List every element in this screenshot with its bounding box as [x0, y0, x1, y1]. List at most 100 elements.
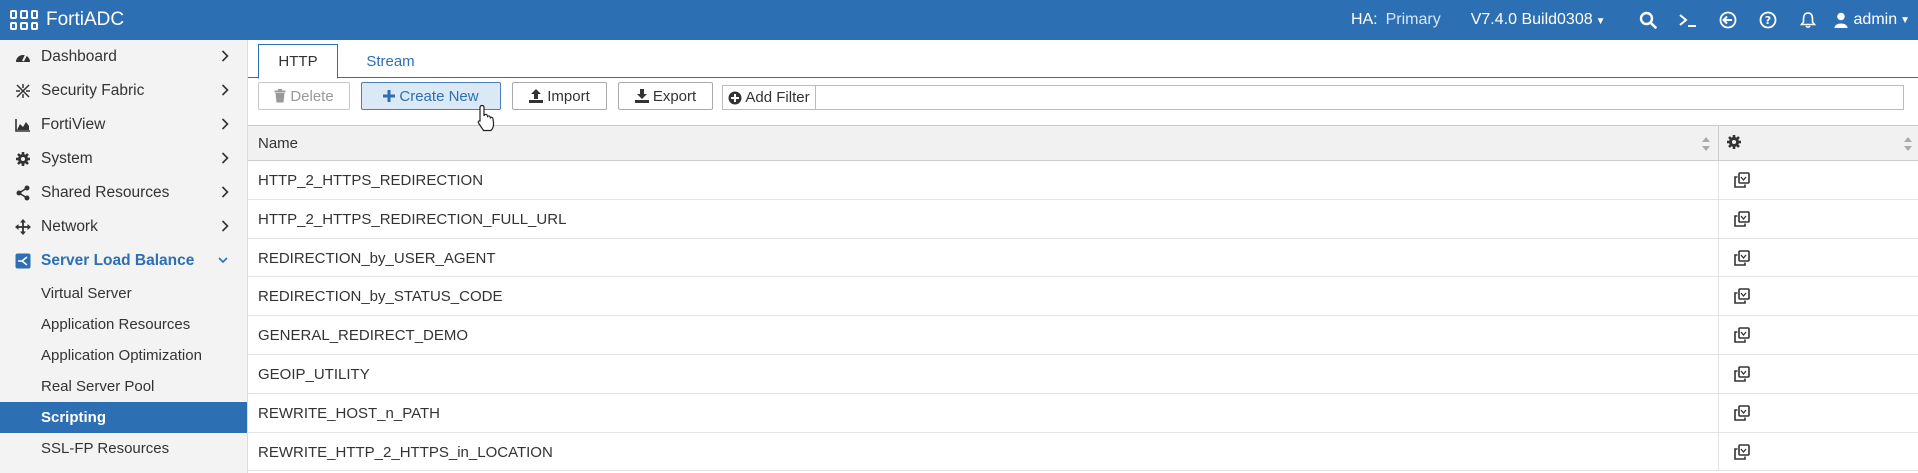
column-divider: [1718, 316, 1719, 354]
clone-icon[interactable]: [1734, 210, 1750, 227]
filter-bar[interactable]: Add Filter: [722, 85, 1904, 110]
sidebar-item-fortiview[interactable]: FortiView: [0, 108, 247, 142]
tab-stream[interactable]: Stream: [338, 44, 443, 79]
tab-label: Stream: [366, 53, 415, 70]
import-button[interactable]: Import: [512, 82, 607, 110]
table-row[interactable]: REDIRECTION_by_USER_AGENT: [248, 238, 1918, 278]
script-name[interactable]: REWRITE_HOST_n_PATH: [258, 405, 440, 422]
plus-icon: [383, 90, 396, 102]
sidebar-subitem-real-server-pool[interactable]: Real Server Pool: [0, 371, 247, 402]
chevron-right-icon: [221, 118, 229, 130]
caret-down-icon: ▼: [1595, 16, 1606, 27]
tab-http[interactable]: HTTP: [258, 44, 338, 79]
clone-icon[interactable]: [1734, 172, 1750, 188]
area-chart-icon: [14, 116, 32, 134]
ha-status: Primary: [1385, 11, 1441, 28]
sidebar-item-system[interactable]: System: [0, 142, 247, 176]
security-fabric-icon: [14, 82, 32, 100]
column-divider: [1718, 432, 1719, 471]
sidebar-item-shared-resources[interactable]: Shared Resources: [0, 176, 247, 210]
clone-icon[interactable]: [1734, 443, 1750, 460]
column-divider: [1718, 393, 1719, 432]
script-name[interactable]: REDIRECTION_by_USER_AGENT: [258, 250, 496, 267]
table-row[interactable]: HTTP_2_HTTPS_REDIRECTION_FULL_URL: [248, 199, 1918, 239]
sidebar-subitem-ssl-fp-resources[interactable]: SSL-FP Resources: [0, 433, 247, 464]
main-content: HTTP Stream Delete Create New Import Exp…: [248, 40, 1918, 473]
help-icon[interactable]: ?: [1748, 11, 1788, 29]
clone-icon[interactable]: [1734, 249, 1750, 266]
chevron-right-icon: [221, 186, 229, 198]
column-divider: [1718, 126, 1719, 160]
clone-icon[interactable]: [1734, 288, 1750, 305]
sidebar: Dashboard Security Fabric FortiView Syst…: [0, 40, 248, 473]
sort-icon[interactable]: [1904, 136, 1912, 152]
gear-icon[interactable]: [1726, 134, 1742, 150]
sidebar-item-network[interactable]: Network: [0, 210, 247, 244]
table-row[interactable]: REDIRECTION_by_STATUS_CODE: [248, 277, 1918, 317]
sidebar-subitem-label: Application Resources: [41, 316, 191, 333]
user-icon: [1834, 12, 1848, 28]
script-name[interactable]: GEOIP_UTILITY: [258, 366, 370, 383]
app-logo[interactable]: FortiADC: [0, 9, 124, 31]
sidebar-subitem-application-resources[interactable]: Application Resources: [0, 309, 247, 340]
script-name[interactable]: REWRITE_HTTP_2_HTTPS_in_LOCATION: [258, 444, 553, 461]
chevron-down-icon: [218, 257, 228, 264]
upload-icon: [529, 89, 544, 103]
app-name: FortiADC: [46, 9, 125, 30]
delete-button[interactable]: Delete: [258, 82, 350, 110]
table-row[interactable]: REWRITE_HTTP_2_HTTPS_in_LOCATION: [248, 432, 1918, 472]
sidebar-subitem-virtual-server[interactable]: Virtual Server: [0, 278, 247, 309]
sidebar-item-label: Server Load Balance: [41, 252, 195, 269]
script-name[interactable]: HTTP_2_HTTPS_REDIRECTION_FULL_URL: [258, 211, 566, 228]
sidebar-subitem-label: Application Optimization: [41, 347, 202, 364]
sidebar-subitem-application-optimization[interactable]: Application Optimization: [0, 340, 247, 371]
chevron-right-icon: [221, 220, 229, 232]
add-filter-label: Add Filter: [745, 89, 810, 106]
table-row[interactable]: HTTP_2_HTTPS_REDIRECTION: [248, 161, 1918, 200]
sidebar-item-server-load-balance[interactable]: Server Load Balance: [0, 244, 247, 278]
column-divider: [1718, 161, 1719, 199]
search-icon[interactable]: [1628, 11, 1668, 29]
sidebar-subitem-scripting[interactable]: Scripting: [0, 402, 247, 433]
script-name[interactable]: REDIRECTION_by_STATUS_CODE: [258, 288, 503, 305]
apps-grid-icon: [10, 10, 38, 30]
table-row[interactable]: REWRITE_HOST_n_PATH: [248, 393, 1918, 433]
column-divider: [1718, 277, 1719, 316]
table-row[interactable]: GEOIP_UTILITY: [248, 354, 1918, 394]
chevron-right-icon: [221, 50, 229, 62]
sidebar-item-dashboard[interactable]: Dashboard: [0, 40, 247, 74]
clone-icon[interactable]: [1734, 404, 1750, 421]
clone-icon[interactable]: [1734, 327, 1750, 343]
trash-icon: [274, 89, 286, 103]
sidebar-subitem-label: Virtual Server: [41, 285, 132, 302]
clone-icon[interactable]: [1734, 366, 1750, 382]
delete-label: Delete: [290, 87, 334, 105]
sidebar-item-security-fabric[interactable]: Security Fabric: [0, 74, 247, 108]
sidebar-item-label: System: [41, 150, 93, 167]
sidebar-subitem-label: Real Server Pool: [41, 378, 155, 395]
column-header-name[interactable]: Name: [258, 135, 298, 152]
export-button[interactable]: Export: [618, 82, 713, 110]
cli-console-icon[interactable]: [1668, 11, 1708, 29]
gear-icon: [14, 150, 32, 168]
create-new-label: Create New: [399, 87, 479, 105]
column-divider: [1718, 354, 1719, 393]
table-row[interactable]: GENERAL_REDIRECT_DEMO: [248, 316, 1918, 355]
chevron-right-icon: [221, 84, 229, 96]
sidebar-item-label: Dashboard: [41, 48, 117, 65]
sidebar-item-label: Security Fabric: [41, 82, 145, 99]
table-header: Name: [248, 125, 1918, 161]
version-label: V7.4.0 Build0308: [1470, 11, 1593, 28]
share-icon: [14, 184, 32, 202]
sidebar-subitem-label: Scripting: [41, 409, 107, 426]
sidebar-item-label: Shared Resources: [41, 184, 170, 201]
bell-icon[interactable]: [1788, 11, 1828, 29]
version-dropdown[interactable]: V7.4.0 Build0308 ▼: [1471, 11, 1606, 29]
sort-icon[interactable]: [1702, 136, 1710, 152]
script-name[interactable]: GENERAL_REDIRECT_DEMO: [258, 327, 468, 344]
user-menu[interactable]: admin ▼: [1834, 11, 1910, 29]
script-name[interactable]: HTTP_2_HTTPS_REDIRECTION: [258, 172, 483, 189]
sidebar-subitem-label: SSL-FP Resources: [41, 440, 170, 457]
add-filter-button[interactable]: Add Filter: [723, 86, 816, 109]
logout-icon[interactable]: [1708, 11, 1748, 29]
